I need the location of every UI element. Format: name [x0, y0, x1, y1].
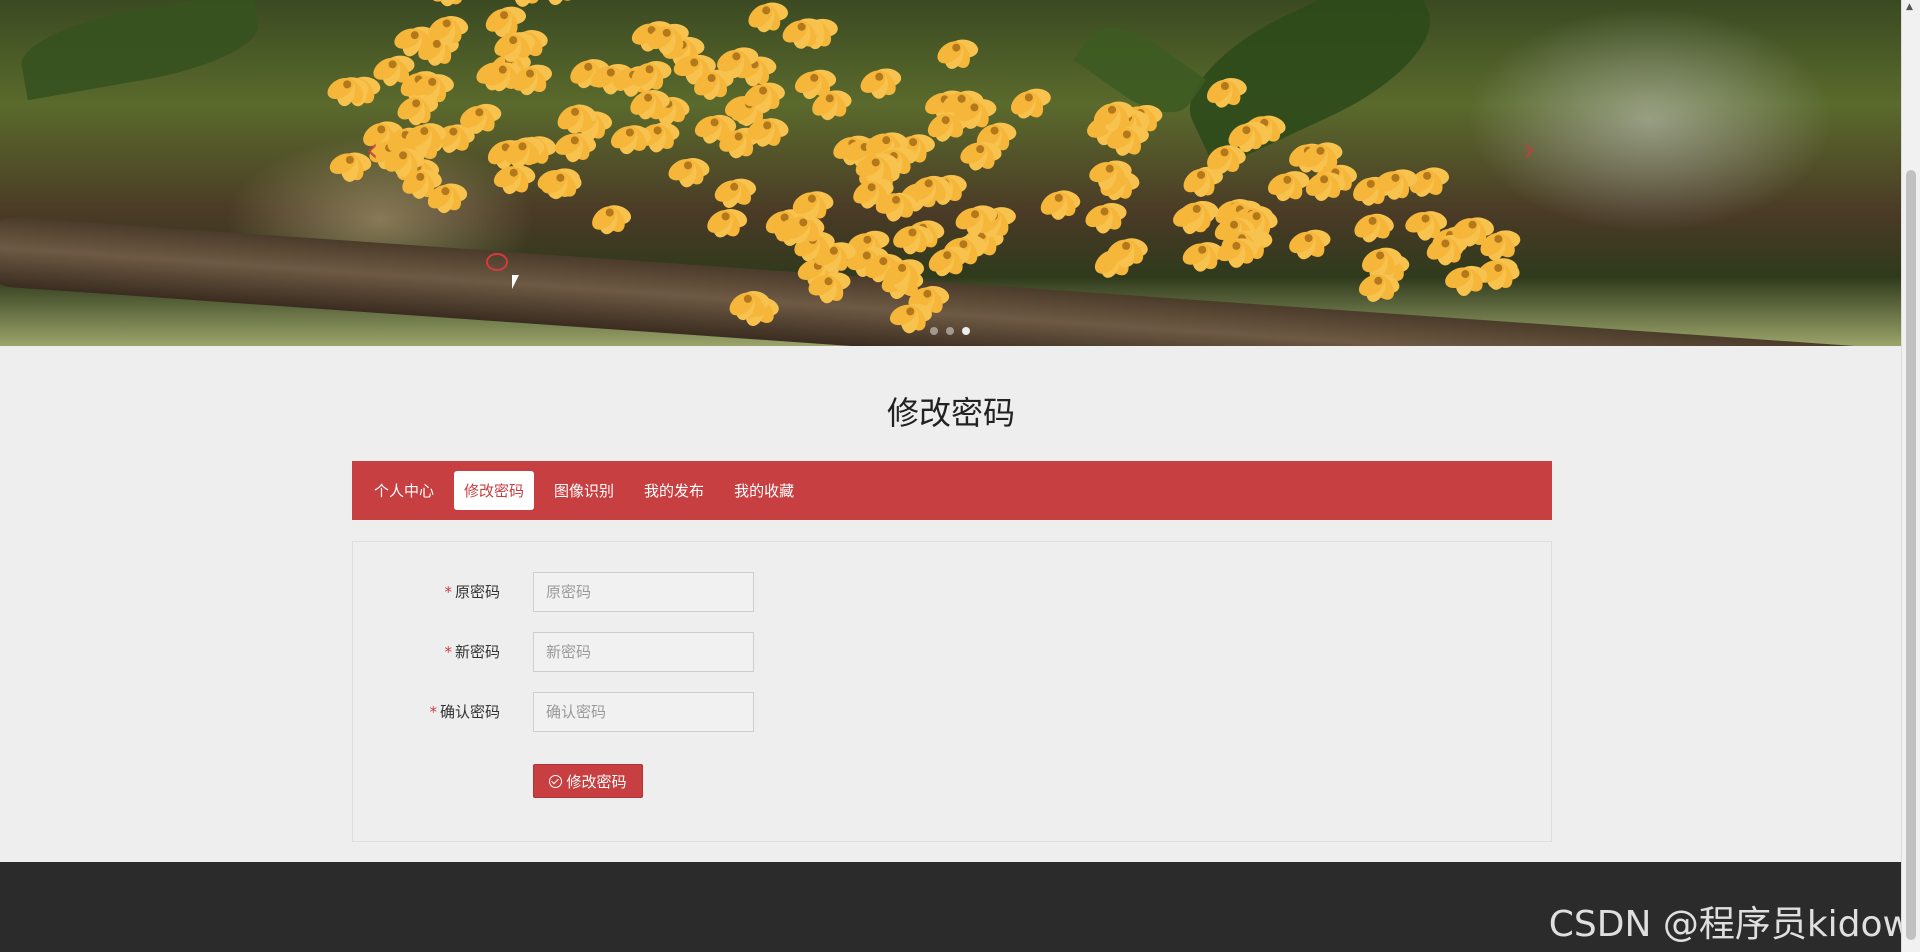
old-password-input[interactable] — [533, 572, 754, 612]
flower-blossom — [748, 2, 789, 33]
user-tab-bar: 个人中心 修改密码 图像识别 我的发布 我的收藏 — [352, 461, 1552, 520]
flower-blossom — [547, 0, 575, 6]
flower-blossom — [1177, 200, 1219, 231]
scrollbar-thumb[interactable] — [1906, 170, 1916, 940]
scroll-up-arrow-icon[interactable]: ▲ — [1906, 2, 1913, 12]
old-password-row: * 原密码 — [353, 572, 1551, 612]
flower-blossom — [430, 0, 463, 7]
flower-blossom — [513, 0, 540, 7]
carousel-dot-active[interactable] — [962, 327, 970, 335]
carousel-prev-arrow[interactable]: ‹ — [357, 130, 387, 170]
flower-blossom — [928, 246, 970, 277]
old-password-label: * 原密码 — [444, 583, 500, 601]
flower-blossom — [668, 158, 710, 188]
flower-blossom — [493, 165, 536, 195]
mouse-cursor — [512, 275, 519, 289]
change-password-button[interactable]: 修改密码 — [533, 764, 643, 798]
change-password-button-label: 修改密码 — [566, 772, 627, 791]
flower-blossom — [592, 205, 632, 235]
flower-blossom — [541, 170, 582, 200]
page-title: 修改密码 — [886, 394, 1015, 432]
flower-blossom — [1289, 229, 1331, 260]
tab-personal-center[interactable]: 个人中心 — [364, 471, 444, 510]
flower-blossom — [397, 94, 439, 126]
password-form-panel: * 原密码 * 新密码 * 确认密码 修改密码 — [352, 541, 1552, 842]
flower-blossom — [1040, 190, 1081, 220]
confirm-password-input[interactable] — [533, 692, 754, 732]
tab-my-favorites[interactable]: 我的收藏 — [724, 471, 804, 510]
click-indicator — [486, 253, 508, 271]
flower-blossom — [1010, 88, 1051, 119]
watermark-text: CSDN @程序员kidow — [1548, 904, 1912, 945]
required-mark: * — [429, 703, 437, 721]
new-password-label: * 新密码 — [444, 643, 500, 661]
flower-blossom — [707, 208, 748, 238]
confirm-password-row: * 确认密码 — [353, 692, 1551, 732]
new-password-input[interactable] — [533, 632, 754, 672]
flower-blossom — [1085, 202, 1127, 234]
flower-blossom — [937, 39, 979, 69]
flower-blossom — [1206, 77, 1247, 108]
confirm-password-label: * 确认密码 — [429, 703, 500, 721]
required-mark: * — [444, 583, 452, 601]
flower-blossom — [610, 125, 652, 155]
flower-blossom — [714, 178, 757, 208]
vertical-scrollbar[interactable]: ▲ — [1901, 0, 1920, 952]
new-password-row: * 新密码 — [353, 632, 1551, 672]
carousel-dot[interactable] — [930, 327, 938, 335]
tab-image-recognition[interactable]: 图像识别 — [544, 471, 624, 510]
carousel-indicators — [930, 327, 970, 335]
carousel-dot[interactable] — [946, 327, 954, 335]
tab-my-posts[interactable]: 我的发布 — [634, 471, 714, 510]
flower-blossom — [1354, 213, 1394, 243]
banner-carousel: ‹ › — [0, 0, 1902, 346]
carousel-next-arrow[interactable]: › — [1514, 130, 1544, 170]
required-mark: * — [444, 643, 452, 661]
check-circle-icon — [549, 774, 563, 788]
tab-change-password[interactable]: 修改密码 — [454, 471, 535, 510]
banner-flowers — [327, 0, 1521, 334]
flower-blossom — [1445, 265, 1488, 296]
flower-blossom — [860, 68, 902, 99]
flower-blossom — [1267, 171, 1310, 202]
